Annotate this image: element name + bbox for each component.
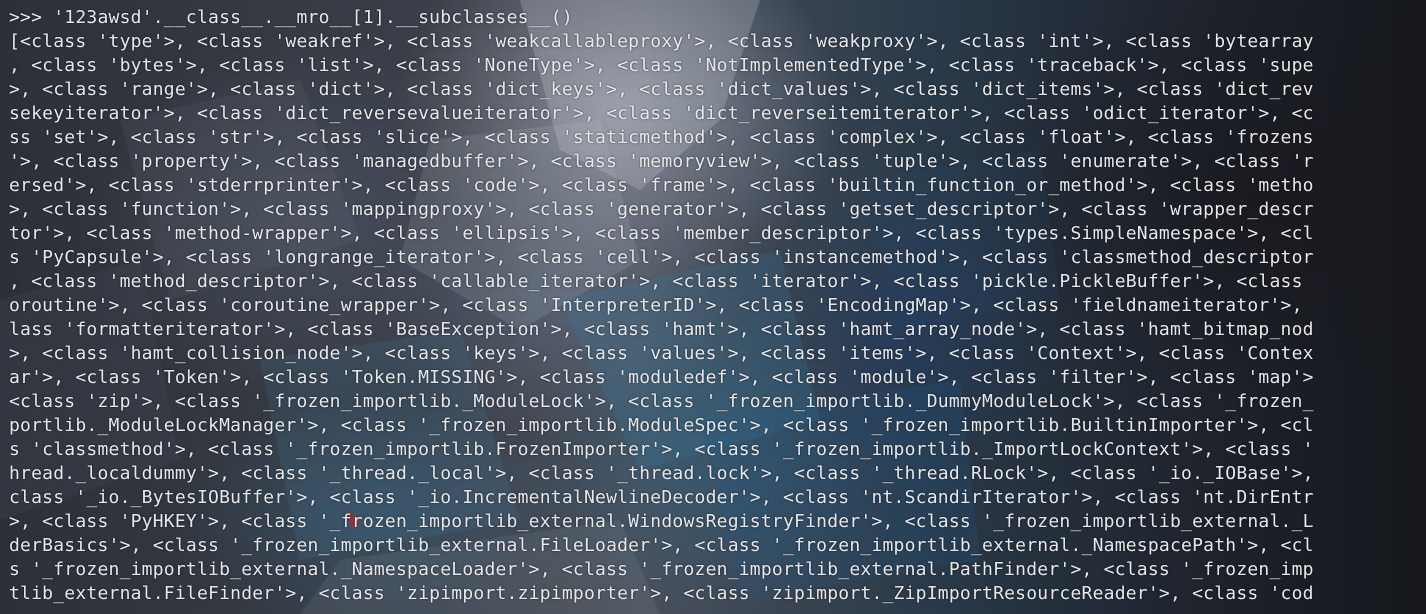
output-line: s 'classmethod'>, <class '_frozen_import…: [9, 439, 1314, 460]
output-line: portlib._ModuleLockManager'>, <class '_f…: [9, 415, 1314, 436]
output-line: ersed'>, <class 'stderrprinter'>, <class…: [9, 175, 1314, 196]
prompt: >>>: [9, 7, 43, 28]
output-line: , <class 'bytes'>, <class 'list'>, <clas…: [9, 55, 1314, 76]
output-line: , <class 'method_descriptor'>, <class 'c…: [9, 271, 1303, 292]
terminal-output: >>> '123awsd'.__class__.__mro__[1].__sub…: [9, 6, 1314, 606]
output-line: ss 'set'>, <class 'str'>, <class 'slice'…: [9, 127, 1314, 148]
output-line: >, <class 'range'>, <class 'dict'>, <cla…: [9, 79, 1314, 100]
output-line: hread._localdummy'>, <class '_thread._lo…: [9, 463, 1314, 484]
command-text: '123awsd'.__class__.__mro__[1].__subclas…: [53, 7, 573, 28]
output-line: s 'PyCapsule'>, <class 'longrange_iterat…: [9, 247, 1314, 268]
output-line: ar'>, <class 'Token'>, <class 'Token.MIS…: [9, 367, 1314, 388]
output-line: lass 'formatteriterator'>, <class 'BaseE…: [9, 319, 1314, 340]
output-line: >, <class 'hamt_collision_node'>, <class…: [9, 343, 1314, 364]
output-line: oroutine'>, <class 'coroutine_wrapper'>,…: [9, 295, 1303, 316]
output-block: [<class 'type'>, <class 'weakref'>, <cla…: [9, 30, 1314, 606]
terminal-window[interactable]: >>> '123awsd'.__class__.__mro__[1].__sub…: [0, 0, 1426, 614]
output-line: s '_frozen_importlib_external._Namespace…: [9, 559, 1314, 580]
output-line: tlib_external.FileFinder'>, <class 'zipi…: [9, 583, 1314, 604]
output-line: class '_io._BytesIOBuffer'>, <class '_io…: [9, 487, 1314, 508]
command-line: >>> '123awsd'.__class__.__mro__[1].__sub…: [9, 6, 1314, 30]
output-line: [<class 'type'>, <class 'weakref'>, <cla…: [9, 31, 1314, 52]
output-line: <class 'zip'>, <class '_frozen_importlib…: [9, 391, 1314, 412]
output-line: '>, <class 'property'>, <class 'managedb…: [9, 151, 1314, 172]
output-line: >, <class 'function'>, <class 'mappingpr…: [9, 199, 1314, 220]
output-line: >, <class 'PyHKEY'>, <class '_frozen_imp…: [9, 511, 1314, 532]
output-line: sekeyiterator'>, <class 'dict_reverseval…: [9, 103, 1314, 124]
output-line: derBasics'>, <class '_frozen_importlib_e…: [9, 535, 1314, 556]
output-line: tor'>, <class 'method-wrapper'>, <class …: [9, 223, 1314, 244]
